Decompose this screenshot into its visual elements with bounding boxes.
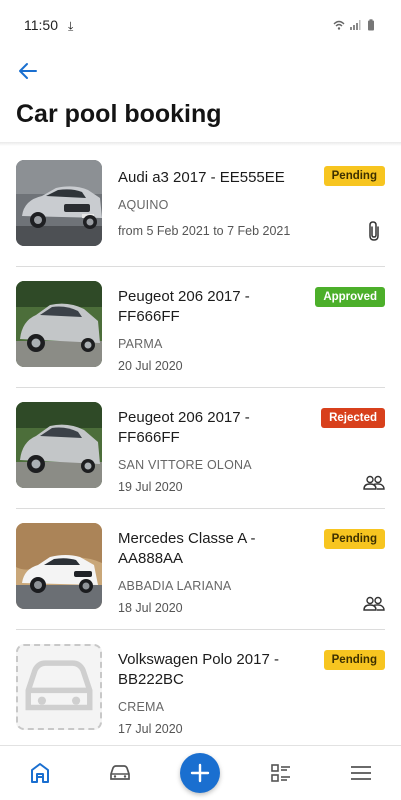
checklist-icon [270, 764, 290, 782]
battery-icon [368, 19, 374, 31]
nav-checklist[interactable] [261, 753, 301, 793]
booking-card[interactable]: Mercedes Classe A - AA888AA ABBADIA LARI… [16, 509, 385, 630]
car-title: Mercedes Classe A - AA888AA [118, 530, 256, 567]
menu-icon [350, 766, 371, 780]
car-photo [16, 402, 102, 488]
booking-date: 17 Jul 2020 [118, 722, 183, 736]
car-title: Peugeot 206 2017 - FF666FF [118, 409, 250, 446]
status-badge: Pending [323, 529, 385, 549]
status-badge: Rejected [321, 408, 385, 428]
bottom-nav [0, 745, 401, 800]
status-time: 11:50 [24, 17, 58, 33]
car-title: Peugeot 206 2017 - FF666FF [118, 288, 250, 325]
car-location: SAN VITTORE OLONA [118, 458, 252, 472]
car-photo [16, 160, 102, 246]
booking-card[interactable]: Audi a3 2017 - EE555EE AQUINO from 5 Feb… [16, 146, 385, 267]
nav-cars[interactable] [100, 753, 140, 793]
booking-date: 19 Jul 2020 [118, 480, 183, 494]
booking-card[interactable]: Volkswagen Polo 2017 - BB222BC CREMA 17 … [16, 630, 385, 751]
page-title: Car pool booking [16, 100, 222, 128]
car-photo [16, 523, 102, 609]
booking-date: 20 Jul 2020 [118, 359, 183, 373]
car-photo [16, 281, 102, 367]
back-button[interactable] [14, 57, 42, 85]
status-bar: 11:50 ⤓ [0, 0, 401, 50]
car-title: Volkswagen Polo 2017 - BB222BC [118, 651, 279, 688]
car-placeholder-icon [25, 660, 93, 711]
booking-card[interactable]: Peugeot 206 2017 - FF666FF SAN VITTORE O… [16, 388, 385, 509]
car-photo-placeholder [16, 644, 102, 730]
home-icon [31, 763, 50, 783]
wifi-icon [333, 20, 345, 30]
car-location: CREMA [118, 700, 165, 714]
nav-home[interactable] [20, 753, 60, 793]
status-badge: Pending [323, 166, 385, 186]
booking-card[interactable]: Peugeot 206 2017 - FF666FF PARMA 20 Jul … [16, 267, 385, 388]
booking-list: Audi a3 2017 - EE555EE AQUINO from 5 Feb… [0, 146, 401, 751]
car-location: ABBADIA LARIANA [118, 579, 232, 593]
car-icon [110, 765, 131, 780]
status-badge: Pending [323, 650, 385, 670]
people-icon[interactable] [363, 593, 385, 615]
add-icon [191, 763, 210, 783]
people-icon[interactable] [363, 472, 385, 494]
car-location: AQUINO [118, 198, 169, 212]
nav-menu[interactable] [341, 753, 381, 793]
signal-icon [350, 20, 361, 30]
status-icons [333, 19, 377, 31]
arrow-left-icon [19, 63, 37, 79]
paperclip-icon[interactable] [363, 220, 385, 242]
add-booking-button[interactable] [180, 753, 221, 793]
status-badge: Approved [315, 287, 385, 307]
car-title: Audi a3 2017 - EE555EE [118, 169, 285, 186]
top-bar [0, 50, 401, 92]
car-location: PARMA [118, 337, 163, 351]
booking-date: from 5 Feb 2021 to 7 Feb 2021 [118, 224, 291, 238]
download-icon: ⤓ [68, 18, 74, 33]
booking-date: 18 Jul 2020 [118, 601, 183, 615]
